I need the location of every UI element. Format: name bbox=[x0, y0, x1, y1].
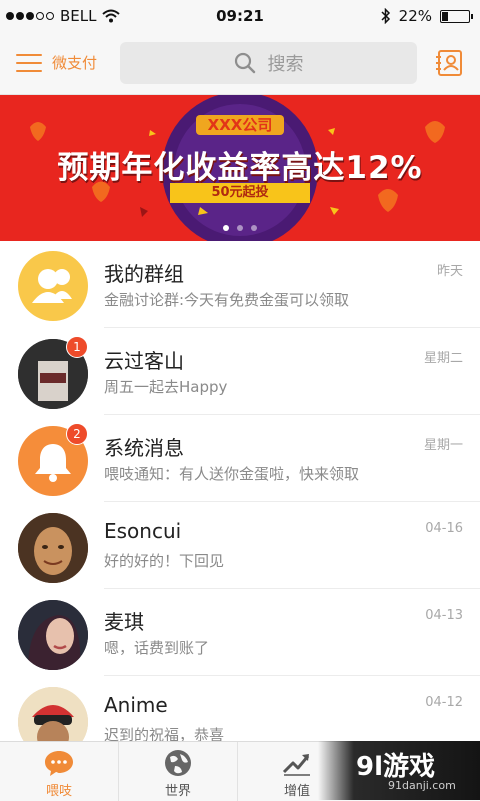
conversation-time: 昨天 bbox=[436, 264, 463, 279]
hamburger-icon bbox=[16, 53, 42, 73]
globe-icon bbox=[165, 750, 191, 776]
conversation-name: 麦琪 bbox=[104, 610, 144, 634]
user-avatar bbox=[18, 513, 88, 583]
pager-dot[interactable] bbox=[237, 225, 243, 231]
battery-icon bbox=[440, 9, 473, 23]
status-right: 22% bbox=[381, 7, 473, 25]
conversation-row[interactable]: 2 系统消息 喂吱通知：有人送你金蛋啦，快来领取 星期一 bbox=[0, 415, 480, 502]
conversation-row[interactable]: 1 云过客山 周五一起去Happy 星期二 bbox=[0, 328, 480, 415]
growth-chart-icon bbox=[282, 754, 310, 776]
conversation-name: 系统消息 bbox=[104, 436, 184, 460]
watermark-logo: 9l游戏 bbox=[356, 752, 436, 782]
bluetooth-icon bbox=[381, 8, 390, 24]
conversation-preview: 金融讨论群:今天有免费金蛋可以领取 bbox=[104, 291, 350, 309]
conversation-row[interactable]: 我的群组 金融讨论群:今天有免费金蛋可以领取 昨天 bbox=[0, 241, 480, 328]
group-icon bbox=[32, 269, 72, 303]
battery-percent: 22% bbox=[398, 7, 432, 25]
pager-dot[interactable] bbox=[223, 225, 229, 231]
tab-chat[interactable]: 喂吱 bbox=[0, 742, 118, 801]
conversation-name: 我的群组 bbox=[104, 262, 184, 286]
conversation-time: 星期一 bbox=[423, 438, 463, 453]
conversation-name: 云过客山 bbox=[104, 349, 184, 373]
chat-bubble-icon bbox=[45, 751, 73, 776]
banner-subtitle: 50元起投 bbox=[170, 183, 310, 203]
tab-world-label: 世界 bbox=[164, 784, 191, 799]
conversation-time: 04-13 bbox=[425, 608, 463, 623]
conversation-time: 星期二 bbox=[423, 351, 463, 366]
contact-card-icon[interactable] bbox=[436, 49, 464, 77]
conversation-name: Esoncui bbox=[104, 519, 182, 543]
group-avatar bbox=[18, 251, 88, 321]
conversation-preview: 嗯，话费到账了 bbox=[104, 639, 210, 657]
banner-company-tag: XXX公司 bbox=[196, 115, 284, 135]
conversation-list: 我的群组 金融讨论群:今天有免费金蛋可以领取 昨天 1 云过客山 周五一起去Ha… bbox=[0, 241, 480, 741]
search-icon bbox=[234, 52, 255, 74]
unread-badge: 1 bbox=[66, 336, 88, 358]
user-avatar bbox=[18, 687, 88, 741]
tab-world[interactable]: 世界 bbox=[119, 742, 237, 801]
banner-headline: 预期年化收益率高达12% bbox=[57, 150, 423, 186]
top-nav-bar: 微支付 搜索 bbox=[0, 32, 480, 95]
user-photo bbox=[18, 513, 88, 583]
user-photo bbox=[18, 687, 88, 741]
user-avatar bbox=[18, 600, 88, 670]
search-placeholder: 搜索 bbox=[267, 54, 304, 75]
watermark-url: 91danji.com bbox=[388, 779, 456, 792]
conversation-time: 04-12 bbox=[425, 695, 463, 710]
pager-dot[interactable] bbox=[251, 225, 257, 231]
menu-label: 微支付 bbox=[52, 54, 98, 72]
conversation-time: 04-16 bbox=[425, 521, 463, 536]
status-bar: BELL 09:21 22% bbox=[0, 0, 480, 32]
tab-chat-label: 喂吱 bbox=[45, 784, 72, 799]
conversation-preview: 周五一起去Happy bbox=[104, 378, 228, 396]
search-input[interactable]: 搜索 bbox=[120, 42, 417, 84]
user-photo bbox=[18, 600, 88, 670]
unread-badge: 2 bbox=[66, 423, 88, 445]
promo-banner[interactable]: XXX公司 预期年化收益率高达12% 50元起投 bbox=[0, 95, 480, 241]
conversation-row[interactable]: Esoncui 好的好的！下回见 04-16 bbox=[0, 502, 480, 589]
conversation-name: Anime bbox=[104, 693, 168, 717]
conversation-preview: 喂吱通知：有人送你金蛋啦，快来领取 bbox=[104, 465, 360, 483]
conversation-preview: 好的好的！下回见 bbox=[104, 552, 225, 570]
conversation-row[interactable]: 麦琪 嗯，话费到账了 04-13 bbox=[0, 589, 480, 676]
banner-page-indicator[interactable] bbox=[0, 225, 480, 231]
menu-button[interactable]: 微支付 bbox=[16, 52, 97, 73]
conversation-preview: 迟到的祝福，恭喜 bbox=[104, 726, 225, 741]
site-watermark: 9l游戏 91danji.com bbox=[318, 741, 480, 800]
conversation-row[interactable]: Anime 迟到的祝福，恭喜 04-12 bbox=[0, 676, 480, 741]
